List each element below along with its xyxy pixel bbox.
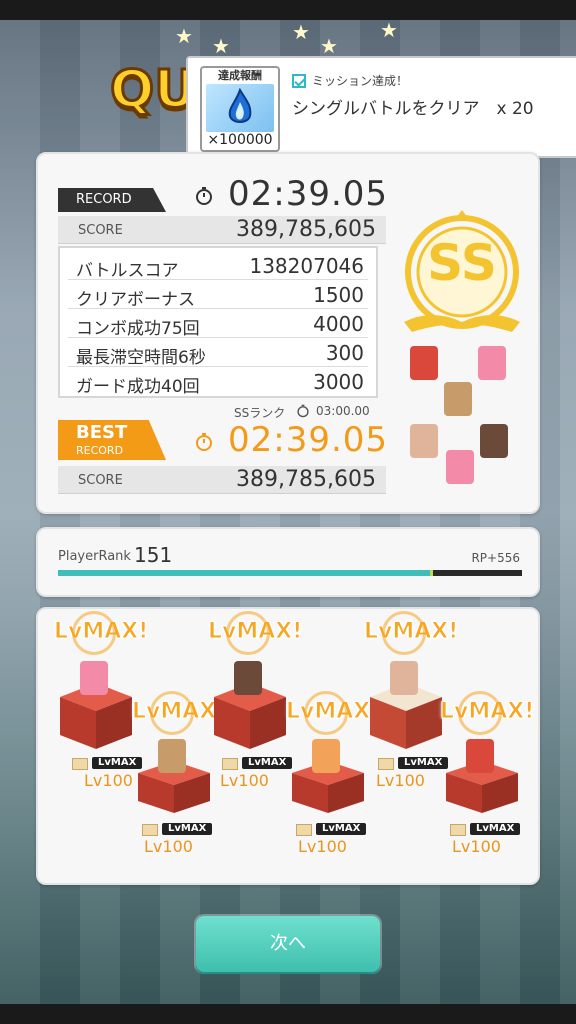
ss-rank-badge: SS [402,204,522,340]
mission-status: ミッション達成！ [312,74,409,88]
stopwatch-icon [297,404,309,418]
rank-progress-fill [58,570,432,576]
breakdown-value: 300 [325,341,364,365]
level-value: Lv100 [220,771,269,790]
score-label: SCORE [78,223,123,238]
lvmax-badge: LvMAX [376,757,449,770]
score-label: SCORE [78,473,123,488]
record-tag: RECORD [58,188,166,212]
stopwatch-icon [196,433,212,451]
best-tag-line1: BEST [76,422,128,443]
top-frame-bar [0,0,576,20]
party-sprite [446,450,474,484]
breakdown-label: 最長滞空時間6秒 [76,348,206,368]
breakdown-label: コンボ成功75回 [76,319,200,339]
lvmax-badge: LvMAX [294,823,367,836]
record-score-row: SCORE 389,785,605 [58,216,386,244]
character-sprite [312,739,340,773]
reward-item: 達成報酬 ×100000 [200,66,280,152]
lvmax-burst: LvMAX! [131,691,227,741]
sparkle-star-icon: ★ [320,34,338,58]
breakdown-value: 3000 [313,370,364,394]
reward-count: ×100000 [207,132,273,148]
lvmax-badge-text: LvMAX [242,757,293,769]
score-value: 389,785,605 [236,217,376,242]
lvmax-badge: LvMAX [448,823,521,836]
ss-badge-text: SS [427,234,497,292]
party-sprite [478,346,506,380]
score-value: 389,785,605 [236,467,376,492]
sparkle-star-icon: ★ [380,18,398,42]
lvmax-burst: LvMAX! [285,691,381,741]
lvmax-badge-text: LvMAX [470,823,521,835]
ss-rank-label: SSランク [234,406,286,420]
player-rank-panel: PlayerRank 151 RP+556 [36,527,540,597]
lvmax-badge-text: LvMAX [398,757,449,769]
mission-description: シングルバトルをクリア x 20 [292,99,534,119]
party-sprite [444,382,472,416]
lvmax-badge: LvMAX [70,757,143,770]
character-sprite [158,739,186,773]
mission-check-icon [292,74,306,88]
crystal-flame-icon [206,84,274,132]
ss-rank-time: 03:00.00 [316,404,370,418]
sparkle-star-icon: ★ [292,20,310,44]
character-sprite [390,661,418,695]
level-value: Lv100 [144,837,193,856]
breakdown-label: クリアボーナス [76,290,195,310]
level-value: Lv100 [376,771,425,790]
party-sprite [410,424,438,458]
sparkle-star-icon: ★ [175,24,193,48]
lvmax-burst: LvMAX! [439,691,535,741]
party-sprite [480,424,508,458]
level-value: Lv100 [84,771,133,790]
level-value: Lv100 [452,837,501,856]
record-time: 02:39.05 [228,174,389,214]
score-breakdown: バトルスコア 138207046 クリアボーナス 1500 コンボ成功75回 4… [58,246,378,398]
best-record-time: 02:39.05 [228,420,389,460]
lvmax-badge-text: LvMAX [316,823,367,835]
breakdown-label: ガード成功40回 [76,377,200,397]
breakdown-row: バトルスコア 138207046 [68,252,368,281]
stopwatch-icon [196,187,212,205]
breakdown-row: コンボ成功75回 4000 [68,310,368,339]
character-slot: LvMAX! LvMAX Lv100 [439,669,535,919]
best-tag-line2: RECORD [76,444,124,457]
lvmax-burst: LvMAX! [363,611,459,661]
best-record-tag: BEST RECORD [58,420,166,460]
lvmax-badge-text: LvMAX [162,823,213,835]
rank-progress-marker [429,570,433,576]
rank-points: RP+556 [471,551,520,565]
lvmax-burst: LvMAX! [53,611,149,661]
result-panel: RECORD 02:39.05 SCORE 389,785,605 バトルスコア… [36,152,540,514]
breakdown-row: クリアボーナス 1500 [68,281,368,310]
character-sprite [466,739,494,773]
player-rank-value: 151 [134,543,173,567]
breakdown-row: ガード成功40回 3000 [68,368,368,397]
lvmax-burst: LvMAX! [207,611,303,661]
character-sprite [234,661,262,695]
breakdown-value: 1500 [313,283,364,307]
next-button[interactable]: 次へ [196,916,380,972]
rank-progress-bar [58,570,522,576]
breakdown-row: 最長滞空時間6秒 300 [68,339,368,368]
reward-label: 達成報酬 [218,69,262,82]
lvmax-badge: LvMAX [220,757,293,770]
mission-complete-toast[interactable]: 達成報酬 ×100000 ミッション達成！ シングルバトルをクリア x 20 [186,56,576,158]
character-sprite [80,661,108,695]
quest-clear-title: QU [108,59,197,122]
sparkle-star-icon: ★ [212,34,230,58]
player-rank-label: PlayerRank [58,549,131,564]
level-value: Lv100 [298,837,347,856]
party-sprites [406,346,526,496]
party-sprite [410,346,438,380]
breakdown-label: バトルスコア [76,261,179,281]
character-level-panel: LvMAX! LvMAX Lv100 LvMAX! LvMAX Lv100 Lv… [36,607,540,885]
bottom-frame-bar [0,1004,576,1024]
breakdown-value: 4000 [313,312,364,336]
breakdown-value: 138207046 [249,254,364,278]
best-score-row: SCORE 389,785,605 [58,466,386,494]
lvmax-badge: LvMAX [140,823,213,836]
